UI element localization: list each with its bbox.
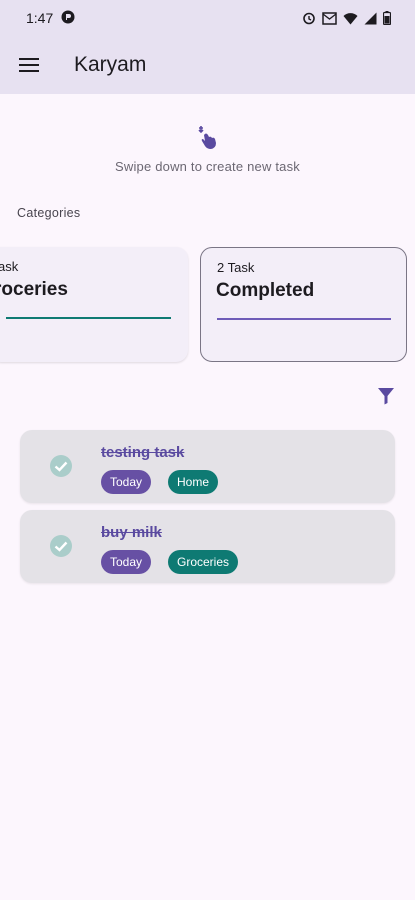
app-title: Karyam	[74, 53, 147, 76]
category-name: roceries	[0, 279, 68, 300]
swipe-hint: Swipe down to create new task	[0, 126, 415, 174]
filter-button[interactable]	[376, 386, 398, 408]
category-card-groceries[interactable]: ask roceries	[0, 247, 188, 362]
battery-icon	[383, 11, 391, 25]
task-category-chip: Home	[168, 470, 219, 494]
status-bar: 1:47	[0, 0, 415, 36]
menu-button[interactable]	[1, 36, 57, 94]
wifi-icon	[343, 12, 358, 25]
swipe-down-icon	[197, 126, 216, 149]
mail-icon	[322, 11, 337, 25]
check-circle-icon[interactable]	[49, 534, 73, 558]
category-task-count: 2 Task	[217, 260, 255, 275]
task-category-chip: Groceries	[168, 550, 239, 574]
task-date-chip: Today	[101, 550, 152, 574]
app-bar: Karyam	[0, 36, 415, 94]
task-item[interactable]: testing task Today Home	[20, 430, 395, 503]
app-notification-icon	[61, 10, 75, 27]
task-title: testing task	[101, 444, 185, 461]
signal-icon	[364, 12, 377, 25]
task-date-chip: Today	[101, 470, 152, 494]
check-circle-icon[interactable]	[49, 454, 73, 478]
category-progress-line	[6, 317, 171, 319]
filter-icon	[378, 388, 394, 405]
category-progress-line	[217, 318, 391, 320]
alarm-icon	[302, 11, 316, 25]
category-name: Completed	[216, 280, 315, 301]
category-task-count: ask	[0, 259, 19, 274]
status-time: 1:47	[26, 10, 54, 26]
menu-icon	[19, 58, 39, 72]
swipe-hint-text: Swipe down to create new task	[114, 159, 300, 174]
task-item[interactable]: buy milk Today Groceries	[20, 510, 395, 583]
category-card-completed[interactable]: 2 Task Completed	[200, 247, 407, 362]
categories-label: Categories	[17, 206, 81, 220]
task-title: buy milk	[101, 524, 162, 541]
